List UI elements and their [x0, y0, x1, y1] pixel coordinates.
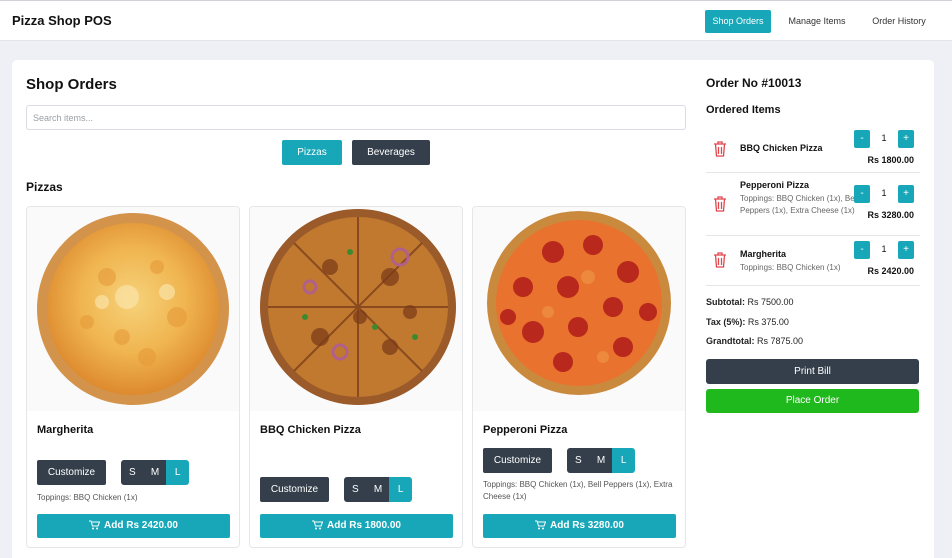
grandtotal-line: Grandtotal: Rs 7875.00: [706, 336, 803, 346]
size-l-button[interactable]: L: [612, 448, 635, 473]
size-selector: S M L: [121, 460, 189, 485]
order-item-row: BBQ Chicken Pizza - 1 + Rs 1800.00: [706, 124, 920, 173]
customize-button[interactable]: Customize: [37, 460, 106, 485]
customize-button[interactable]: Customize: [483, 448, 552, 473]
product-card-pepperoni: Pepperoni Pizza Customize S M L Toppings…: [472, 206, 686, 548]
trash-icon[interactable]: [712, 140, 728, 158]
size-selector: S M L: [567, 448, 635, 473]
top-navbar: Pizza Shop POS Shop Orders Manage Items …: [0, 0, 952, 41]
product-toppings: Toppings: BBQ Chicken (1x): [37, 493, 138, 502]
trash-icon[interactable]: [712, 195, 728, 213]
order-item-price: Rs 3280.00: [867, 210, 914, 220]
tax-line: Tax (5%): Rs 375.00: [706, 317, 789, 327]
qty-increase-button[interactable]: +: [898, 130, 914, 148]
tax-value: Rs 375.00: [747, 317, 789, 327]
page-title: Shop Orders: [26, 76, 117, 93]
order-item-row: Pepperoni Pizza Toppings: BBQ Chicken (1…: [706, 173, 920, 236]
qty-increase-button[interactable]: +: [898, 185, 914, 203]
app-title: Pizza Shop POS: [12, 13, 112, 28]
order-item-price: Rs 2420.00: [867, 266, 914, 276]
product-name: Pepperoni Pizza: [483, 424, 568, 436]
cart-icon: [312, 520, 324, 530]
size-l-button[interactable]: L: [389, 477, 412, 502]
size-selector: S M L: [344, 477, 412, 502]
size-l-button[interactable]: L: [166, 460, 189, 485]
size-s-button[interactable]: S: [344, 477, 367, 502]
tax-label: Tax (5%):: [706, 317, 746, 327]
add-to-order-button[interactable]: Add Rs 1800.00: [260, 514, 453, 538]
category-pizzas-button[interactable]: Pizzas: [282, 140, 342, 165]
order-item-price: Rs 1800.00: [867, 155, 914, 165]
cart-icon: [535, 520, 547, 530]
qty-value: 1: [881, 133, 887, 143]
print-bill-button[interactable]: Print Bill: [706, 359, 919, 384]
order-item-row: Margherita Toppings: BBQ Chicken (1x) - …: [706, 236, 920, 286]
subtotal-label: Subtotal:: [706, 297, 745, 307]
product-toppings: Toppings: BBQ Chicken (1x), Bell Peppers…: [483, 480, 673, 501]
order-item-name: Margherita: [740, 249, 787, 259]
nav-manage-items[interactable]: Manage Items: [781, 10, 853, 33]
ordered-items-title: Ordered Items: [706, 104, 781, 116]
add-button-label: Add Rs 3280.00: [550, 520, 624, 531]
section-title: Pizzas: [26, 180, 63, 194]
qty-value: 1: [881, 244, 887, 254]
pizza-image-margherita: [27, 207, 239, 411]
order-number: Order No #10013: [706, 76, 802, 90]
search-input[interactable]: [26, 105, 686, 130]
cart-icon: [89, 520, 101, 530]
add-button-label: Add Rs 2420.00: [104, 520, 178, 531]
order-item-name: BBQ Chicken Pizza: [740, 143, 823, 153]
customize-button[interactable]: Customize: [260, 477, 329, 502]
product-card-margherita: Margherita Customize S M L Toppings: BBQ…: [26, 206, 240, 548]
add-to-order-button[interactable]: Add Rs 2420.00: [37, 514, 230, 538]
grandtotal-value: Rs 7875.00: [757, 336, 804, 346]
product-card-bbq-chicken: BBQ Chicken Pizza Customize S M L Add Rs…: [249, 206, 463, 548]
size-m-button[interactable]: M: [589, 448, 613, 473]
size-m-button[interactable]: M: [366, 477, 390, 502]
product-name: Margherita: [37, 424, 94, 436]
product-name: BBQ Chicken Pizza: [260, 424, 361, 436]
place-order-button[interactable]: Place Order: [706, 389, 919, 413]
size-s-button[interactable]: S: [121, 460, 144, 485]
qty-decrease-button[interactable]: -: [854, 241, 870, 259]
subtotal-value: Rs 7500.00: [747, 297, 794, 307]
category-beverages-button[interactable]: Beverages: [352, 140, 430, 165]
size-m-button[interactable]: M: [143, 460, 167, 485]
nav-shop-orders[interactable]: Shop Orders: [705, 10, 771, 33]
size-s-button[interactable]: S: [567, 448, 590, 473]
trash-icon[interactable]: [712, 251, 728, 269]
add-to-order-button[interactable]: Add Rs 3280.00: [483, 514, 676, 538]
qty-decrease-button[interactable]: -: [854, 185, 870, 203]
grandtotal-label: Grandtotal:: [706, 336, 755, 346]
qty-value: 1: [881, 188, 887, 198]
nav-order-history[interactable]: Order History: [864, 10, 934, 33]
pizza-image-bbq-chicken: [250, 207, 462, 411]
pizza-image-pepperoni: [473, 207, 685, 411]
qty-decrease-button[interactable]: -: [854, 130, 870, 148]
order-item-toppings: Toppings: BBQ Chicken (1x): [740, 263, 841, 272]
add-button-label: Add Rs 1800.00: [327, 520, 401, 531]
qty-increase-button[interactable]: +: [898, 241, 914, 259]
order-item-name: Pepperoni Pizza: [740, 180, 810, 190]
subtotal-line: Subtotal: Rs 7500.00: [706, 297, 794, 307]
order-item-toppings: Toppings: BBQ Chicken (1x), Bell Peppers…: [740, 194, 859, 215]
